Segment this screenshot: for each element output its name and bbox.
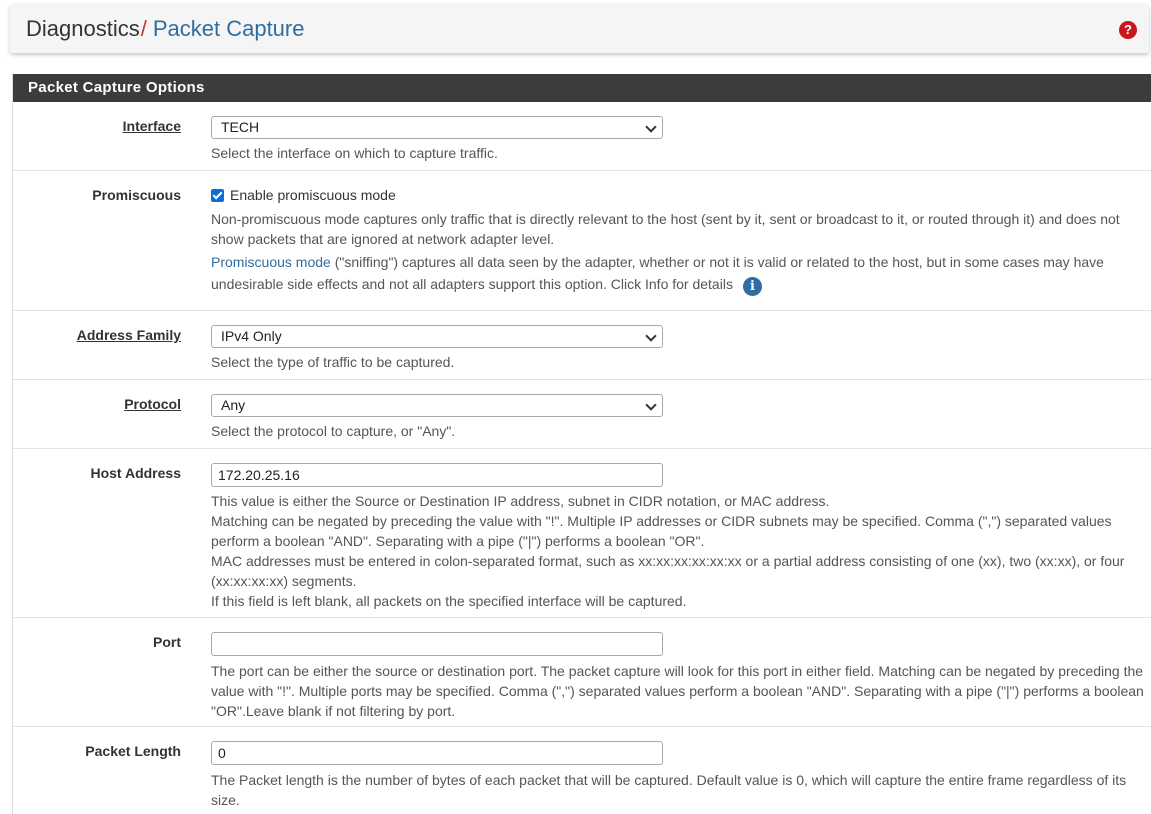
port-label: Port — [153, 634, 181, 650]
promiscuous-checkbox-line[interactable]: Enable promiscuous mode — [211, 186, 1145, 204]
promiscuous-mode-link[interactable]: Promiscuous mode — [211, 254, 331, 270]
promiscuous-label: Promiscuous — [92, 187, 181, 203]
promiscuous-checkbox-label[interactable]: Enable promiscuous mode — [230, 187, 396, 203]
protocol-select-value: Any — [221, 397, 246, 413]
interface-row: Interface TECH Select the interface on w… — [13, 102, 1151, 171]
chevron-down-icon — [645, 399, 657, 411]
packet-length-help: The Packet length is the number of bytes… — [211, 772, 1127, 808]
breadcrumb-current[interactable]: Packet Capture — [153, 16, 305, 41]
address-family-select-value: IPv4 Only — [221, 328, 282, 344]
info-icon[interactable]: i — [742, 277, 762, 296]
panel-title: Packet Capture Options — [13, 74, 1151, 102]
host-address-label: Host Address — [90, 465, 181, 481]
breadcrumb-root[interactable]: Diagnostics — [26, 16, 140, 41]
host-address-row: Host Address 172.20.25.16 This value is … — [13, 449, 1151, 618]
host-address-help-4: If this field is left blank, all packets… — [211, 593, 687, 609]
protocol-select[interactable]: Any — [211, 394, 663, 417]
packet-length-label: Packet Length — [85, 743, 181, 759]
protocol-help: Select the protocol to capture, or "Any"… — [211, 423, 456, 439]
breadcrumb: Diagnostics/Packet Capture ? — [10, 4, 1149, 53]
address-family-row: Address Family IPv4 Only Select the type… — [13, 311, 1151, 380]
promiscuous-help-2-text: ("sniffing") captures all data seen by t… — [211, 254, 1104, 292]
packet-length-row: Packet Length 0 The Packet length is the… — [13, 727, 1151, 814]
chevron-down-icon — [645, 330, 657, 342]
host-address-help-1: This value is either the Source or Desti… — [211, 493, 830, 509]
host-address-input[interactable]: 172.20.25.16 — [211, 463, 663, 487]
breadcrumb-separator: / — [140, 16, 147, 41]
promiscuous-help-2: Promiscuous mode ("sniffing") captures a… — [211, 251, 1145, 296]
breadcrumb-trail: Diagnostics/Packet Capture — [26, 16, 304, 42]
port-help: The port can be either the source or des… — [211, 663, 1144, 719]
port-row: Port The port can be either the source o… — [13, 618, 1151, 727]
interface-label[interactable]: Interface — [123, 118, 181, 134]
promiscuous-row: Promiscuous Enable promiscuous mode Non-… — [13, 171, 1151, 311]
protocol-label[interactable]: Protocol — [124, 396, 181, 412]
address-family-select[interactable]: IPv4 Only — [211, 325, 663, 348]
interface-select-value: TECH — [221, 119, 260, 135]
address-family-label[interactable]: Address Family — [77, 327, 181, 343]
host-address-help-2: Matching can be negated by preceding the… — [211, 513, 1112, 549]
packet-capture-options-panel: Packet Capture Options Interface TECH Se… — [12, 74, 1151, 814]
protocol-row: Protocol Any Select the protocol to capt… — [13, 380, 1151, 449]
packet-length-input[interactable]: 0 — [211, 741, 663, 765]
interface-help: Select the interface on which to capture… — [211, 145, 498, 161]
promiscuous-help-1: Non-promiscuous mode captures only traff… — [211, 211, 1120, 247]
promiscuous-checkbox[interactable] — [211, 189, 224, 202]
chevron-down-icon — [645, 121, 657, 133]
question-circle-icon[interactable]: ? — [1119, 21, 1137, 39]
host-address-help-3: MAC addresses must be entered in colon-s… — [211, 553, 1125, 589]
interface-select[interactable]: TECH — [211, 116, 663, 139]
port-input[interactable] — [211, 632, 663, 656]
address-family-help: Select the type of traffic to be capture… — [211, 354, 455, 370]
